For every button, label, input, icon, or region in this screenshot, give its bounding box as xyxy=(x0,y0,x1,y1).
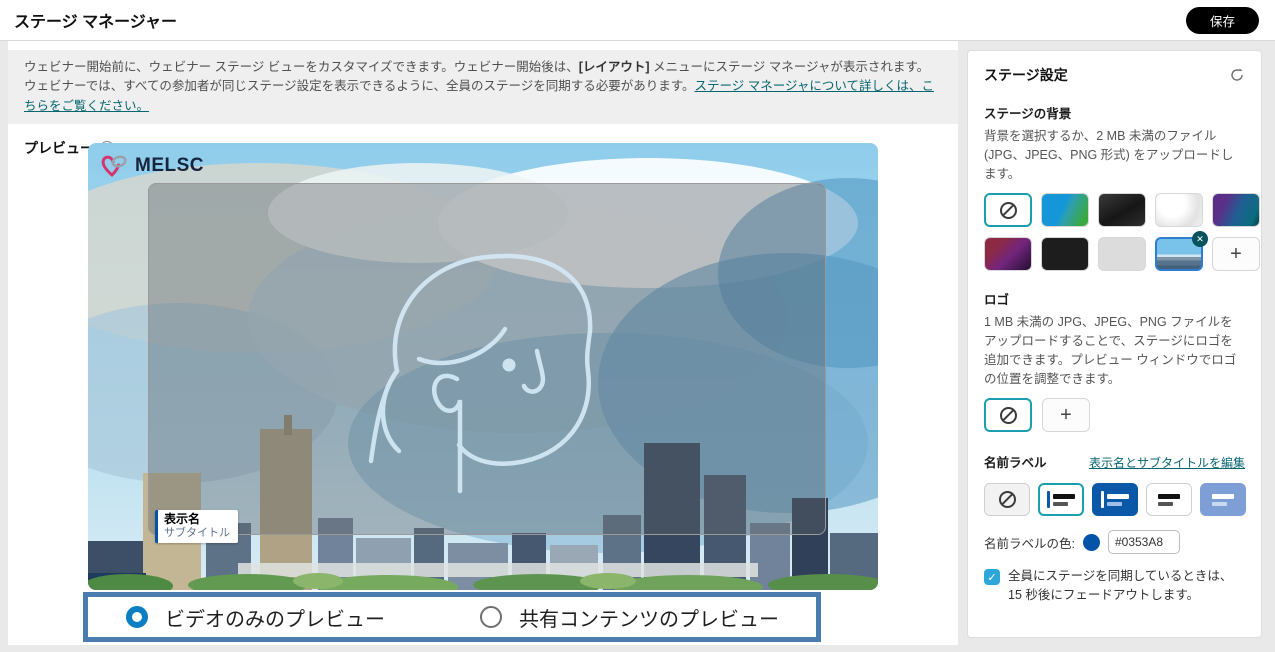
radio-shared-content-label: 共有コンテンツのプレビュー xyxy=(519,603,779,632)
logo-section-description: 1 MB 未満の JPG、JPEG、PNG ファイルをアップロードすることで、ス… xyxy=(984,313,1245,388)
radio-shared-content[interactable]: 共有コンテンツのプレビュー xyxy=(480,603,779,632)
main-panel: ウェビナー開始前に、ウェビナー ステージ ビューをカスタマイズできます。ウェビナ… xyxy=(8,41,958,645)
bg-thumb-city-photo[interactable]: ✕ xyxy=(1155,237,1203,271)
stage-logo-text: MELSC xyxy=(135,155,204,177)
logo-section-heading: ロゴ xyxy=(984,289,1245,308)
label-style-leftbar-white-icon xyxy=(1047,491,1075,508)
logo-upload-button[interactable]: + xyxy=(1042,398,1090,432)
refresh-icon[interactable] xyxy=(1229,67,1245,83)
name-label-color-label: 名前ラベルの色: xyxy=(984,533,1075,552)
bg-thumb-black[interactable] xyxy=(1041,237,1089,271)
page-title: ステージ マネージャー xyxy=(14,8,177,32)
bg-thumb-purple-teal-gradient[interactable] xyxy=(1212,193,1260,227)
label-style-leftbar-white[interactable] xyxy=(1038,483,1084,516)
label-style-translucent-icon xyxy=(1212,494,1234,506)
background-section-heading: ステージの背景 xyxy=(984,103,1245,122)
color-swatch[interactable] xyxy=(1083,534,1100,551)
radio-video-only[interactable]: ビデオのみのプレビュー xyxy=(126,603,385,632)
bg-thumb-blue-green-gradient[interactable] xyxy=(1041,193,1089,227)
radio-video-only-label: ビデオのみのプレビュー xyxy=(165,603,385,632)
no-label-icon xyxy=(999,491,1016,508)
bg-thumb-dark-wave[interactable] xyxy=(1098,193,1146,227)
no-logo-icon xyxy=(1000,407,1017,424)
banner-layout-menu: [レイアウト] xyxy=(579,60,650,74)
bg-thumb-magenta-gradient[interactable] xyxy=(984,237,1032,271)
bg-thumb-none[interactable] xyxy=(984,193,1032,227)
logo-thumb-none[interactable] xyxy=(984,398,1032,432)
no-background-icon xyxy=(1000,202,1017,219)
edit-display-name-link[interactable]: 表示名とサブタイトルを編集 xyxy=(1089,454,1245,471)
settings-title: ステージ設定 xyxy=(984,65,1068,85)
label-style-leftbar-blue-icon xyxy=(1101,491,1129,508)
fadeout-checkbox[interactable]: ✓ xyxy=(984,569,1000,585)
banner-line1: ウェビナー開始前に、ウェビナー ステージ ビューをカスタマイズできます。ウェビナ… xyxy=(24,60,579,74)
plus-icon: + xyxy=(1060,405,1072,425)
name-tag-subtitle: サブタイトル xyxy=(164,527,230,540)
top-bar: ステージ マネージャー 保存 xyxy=(0,0,1275,41)
save-button[interactable]: 保存 xyxy=(1186,7,1259,34)
name-tag-display-name: 表示名 xyxy=(164,512,230,527)
label-style-text-only-icon xyxy=(1158,494,1180,506)
bg-upload-button[interactable]: + xyxy=(1212,237,1260,271)
fadeout-checkbox-label: 全員にステージを同期しているときは、15 秒後にフェードアウトします。 xyxy=(1008,567,1245,605)
label-style-translucent[interactable] xyxy=(1200,483,1246,516)
preview-mode-radio-group: ビデオのみのプレビュー 共有コンテンツのプレビュー xyxy=(83,592,821,642)
name-label-section-heading: 名前ラベル xyxy=(984,452,1047,471)
bg-thumb-light-gray[interactable] xyxy=(1098,237,1146,271)
background-section-description: 背景を選択するか、2 MB 未満のファイル (JPG、JPEG、PNG 形式) … xyxy=(984,127,1245,183)
remove-background-icon[interactable]: ✕ xyxy=(1192,231,1208,247)
person-placeholder-icon xyxy=(337,219,637,499)
preview-heading: プレビュー xyxy=(24,138,94,158)
melsc-heart-icon xyxy=(100,153,130,179)
bg-thumb-white-fabric[interactable] xyxy=(1155,193,1203,227)
banner-line1-end: メニューにステージ マネージャが表示されます。 xyxy=(650,60,930,74)
stage-logo[interactable]: MELSC xyxy=(100,153,204,179)
label-style-leftbar-blue[interactable] xyxy=(1092,483,1138,516)
name-label-color-input[interactable] xyxy=(1108,530,1180,554)
label-style-none[interactable] xyxy=(984,483,1030,516)
description-banner: ウェビナー開始前に、ウェビナー ステージ ビューをカスタマイズできます。ウェビナ… xyxy=(8,50,958,124)
stage-preview: MELSC 表示名 サブタイトル xyxy=(88,143,878,590)
video-frame[interactable] xyxy=(148,183,826,535)
radio-unselected-icon[interactable] xyxy=(480,606,502,628)
radio-selected-icon[interactable] xyxy=(126,606,148,628)
label-style-text-only[interactable] xyxy=(1146,483,1192,516)
banner-line2: ウェビナーでは、すべての参加者が同じステージ設定を表示できるように、全員のステー… xyxy=(24,79,695,93)
stage-settings-panel: ステージ設定 ステージの背景 背景を選択するか、2 MB 未満のファイル (JP… xyxy=(967,50,1262,638)
name-tag[interactable]: 表示名 サブタイトル xyxy=(155,510,238,543)
plus-icon: + xyxy=(1230,244,1242,264)
